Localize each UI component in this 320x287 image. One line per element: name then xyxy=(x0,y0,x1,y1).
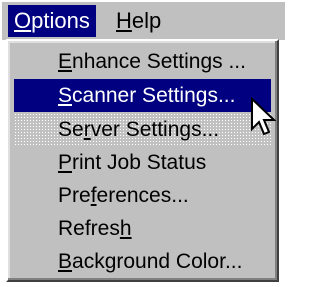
menu-item-mnemonic: r xyxy=(83,118,91,141)
menu-item-background-color[interactable]: Background Color... xyxy=(14,245,271,278)
menu-item-refresh[interactable]: Refresh xyxy=(14,212,271,245)
menu-item-scanner-settings[interactable]: Scanner Settings... xyxy=(14,79,271,112)
menu-item-mnemonic: S xyxy=(58,84,73,107)
menu-item-label-pre: Se xyxy=(58,118,84,141)
menu-item-server-settings[interactable]: Server Settings... xyxy=(14,113,271,146)
menu-item-label-post: ackground Color... xyxy=(72,250,243,273)
menu-help-label-post: elp xyxy=(131,8,162,33)
menu-item-mnemonic: E xyxy=(58,50,73,73)
menu-options[interactable]: Options xyxy=(8,5,96,37)
menu-item-label-post: ver Settings... xyxy=(90,118,220,141)
arrow-cursor-icon xyxy=(251,97,276,136)
menu-options-label-post: ptions xyxy=(31,8,90,33)
menu-item-label-post: erences... xyxy=(96,184,189,207)
menu-item-label-pre: Refres xyxy=(58,217,120,240)
menu-item-label-post: rint Job Status xyxy=(72,151,207,174)
menu-item-label-pre: Pre xyxy=(58,184,91,207)
options-dropdown-menu: Enhance Settings ... Scanner Settings...… xyxy=(6,39,279,282)
app-window: Options Help Enhance Settings ... Scanne… xyxy=(0,0,287,287)
menu-item-label-post: canner Settings... xyxy=(72,84,236,107)
menu-item-preferences[interactable]: Preferences... xyxy=(14,179,271,212)
menu-item-mnemonic: h xyxy=(119,217,132,240)
menu-bar: Options Help xyxy=(2,2,285,40)
menu-help-mnemonic: H xyxy=(116,8,132,33)
menu-help[interactable]: Help xyxy=(110,5,167,37)
menu-item-mnemonic: B xyxy=(58,250,73,273)
menu-item-mnemonic: P xyxy=(58,151,73,174)
menu-item-enhance-settings[interactable]: Enhance Settings ... xyxy=(14,45,271,78)
menu-item-label-post: nhance Settings ... xyxy=(72,50,246,73)
menu-options-mnemonic: O xyxy=(14,8,32,33)
menu-item-print-job-status[interactable]: Print Job Status xyxy=(14,146,271,179)
